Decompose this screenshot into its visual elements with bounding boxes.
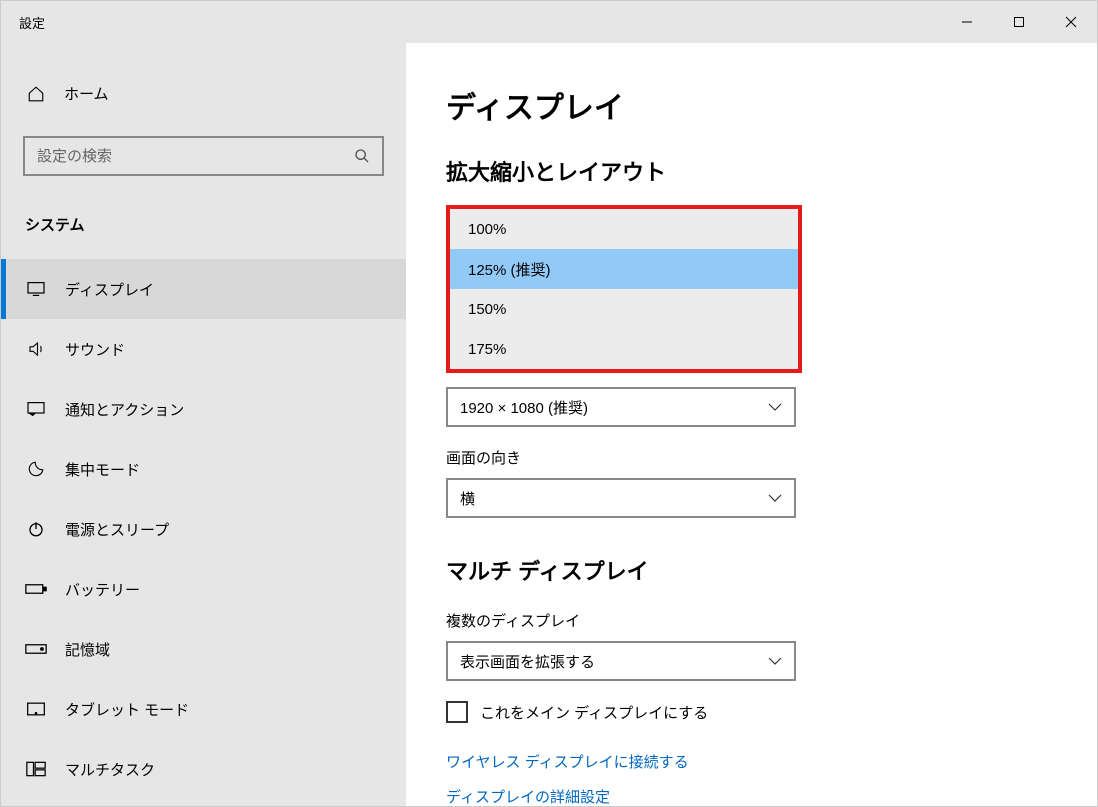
chevron-down-icon bbox=[768, 403, 782, 411]
page-title: ディスプレイ bbox=[446, 83, 1057, 127]
titlebar: 設定 bbox=[1, 1, 1097, 43]
sidebar-item-label: 記憶域 bbox=[65, 639, 110, 660]
home-label: ホーム bbox=[64, 83, 109, 104]
search-input[interactable] bbox=[37, 148, 354, 165]
power-icon bbox=[25, 520, 47, 538]
search-icon bbox=[354, 148, 370, 164]
scale-option-175[interactable]: 175% bbox=[450, 329, 798, 369]
multitask-icon bbox=[25, 761, 47, 777]
tablet-icon bbox=[25, 701, 47, 717]
sidebar-item-label: タブレット モード bbox=[65, 699, 189, 720]
home-button[interactable]: ホーム bbox=[1, 73, 406, 114]
sidebar-item-storage[interactable]: 記憶域 bbox=[1, 619, 406, 679]
multi-display-title: マルチ ディスプレイ bbox=[446, 554, 1057, 586]
sidebar-item-focus[interactable]: 集中モード bbox=[1, 439, 406, 499]
scale-option-150[interactable]: 150% bbox=[450, 289, 798, 329]
scale-section-title: 拡大縮小とレイアウト bbox=[446, 155, 1057, 187]
minimize-button[interactable] bbox=[941, 1, 993, 43]
storage-icon bbox=[25, 643, 47, 655]
chevron-down-icon bbox=[768, 494, 782, 502]
main-content: ディスプレイ 拡大縮小とレイアウト 100% 125% (推奨) 150% 17… bbox=[406, 43, 1097, 806]
sidebar-item-notifications[interactable]: 通知とアクション bbox=[1, 379, 406, 439]
advanced-display-link[interactable]: ディスプレイの詳細設定 bbox=[446, 786, 1057, 806]
main-display-checkbox-row[interactable]: これをメイン ディスプレイにする bbox=[446, 701, 1057, 723]
close-button[interactable] bbox=[1045, 1, 1097, 43]
checkbox-label: これをメイン ディスプレイにする bbox=[480, 702, 708, 723]
category-label: システム bbox=[1, 186, 406, 245]
scale-dropdown-open[interactable]: 100% 125% (推奨) 150% 175% bbox=[446, 205, 802, 373]
sound-icon bbox=[25, 340, 47, 358]
orientation-value: 横 bbox=[460, 488, 475, 509]
sidebar-item-display[interactable]: ディスプレイ bbox=[1, 259, 406, 319]
sidebar-item-power[interactable]: 電源とスリープ bbox=[1, 499, 406, 559]
nav-list: ディスプレイ サウンド 通知とアクション 集中モード 電源とスリープ バッテリー bbox=[1, 259, 406, 799]
scale-option-125[interactable]: 125% (推奨) bbox=[450, 249, 798, 289]
sidebar-item-label: ディスプレイ bbox=[65, 279, 154, 300]
sidebar: ホーム システム ディスプレイ サウンド 通知とアクション 集中モード bbox=[1, 43, 406, 806]
orientation-label: 画面の向き bbox=[446, 447, 1057, 468]
maximize-button[interactable] bbox=[993, 1, 1045, 43]
search-box[interactable] bbox=[23, 136, 384, 176]
sidebar-item-label: サウンド bbox=[65, 339, 125, 360]
window-title: 設定 bbox=[1, 13, 45, 32]
notification-icon bbox=[25, 401, 47, 417]
chevron-down-icon bbox=[768, 657, 782, 665]
multi-display-value: 表示画面を拡張する bbox=[460, 651, 595, 672]
sidebar-item-tablet[interactable]: タブレット モード bbox=[1, 679, 406, 739]
sidebar-item-sound[interactable]: サウンド bbox=[1, 319, 406, 379]
checkbox-icon[interactable] bbox=[446, 701, 468, 723]
display-icon bbox=[25, 281, 47, 297]
moon-icon bbox=[25, 460, 47, 478]
sidebar-item-label: マルチタスク bbox=[65, 759, 155, 780]
resolution-value: 1920 × 1080 (推奨) bbox=[460, 397, 588, 418]
multi-display-label: 複数のディスプレイ bbox=[446, 610, 1057, 631]
battery-icon bbox=[25, 582, 47, 596]
multi-display-select[interactable]: 表示画面を拡張する bbox=[446, 641, 796, 681]
wireless-display-link[interactable]: ワイヤレス ディスプレイに接続する bbox=[446, 751, 1057, 772]
resolution-select[interactable]: 1920 × 1080 (推奨) bbox=[446, 387, 796, 427]
sidebar-item-label: 通知とアクション bbox=[65, 399, 184, 420]
sidebar-item-label: 電源とスリープ bbox=[65, 519, 169, 540]
sidebar-item-label: バッテリー bbox=[65, 579, 140, 600]
sidebar-item-battery[interactable]: バッテリー bbox=[1, 559, 406, 619]
sidebar-item-multitask[interactable]: マルチタスク bbox=[1, 739, 406, 799]
orientation-select[interactable]: 横 bbox=[446, 478, 796, 518]
home-icon bbox=[26, 85, 46, 103]
sidebar-item-label: 集中モード bbox=[65, 459, 140, 480]
scale-option-100[interactable]: 100% bbox=[450, 209, 798, 249]
